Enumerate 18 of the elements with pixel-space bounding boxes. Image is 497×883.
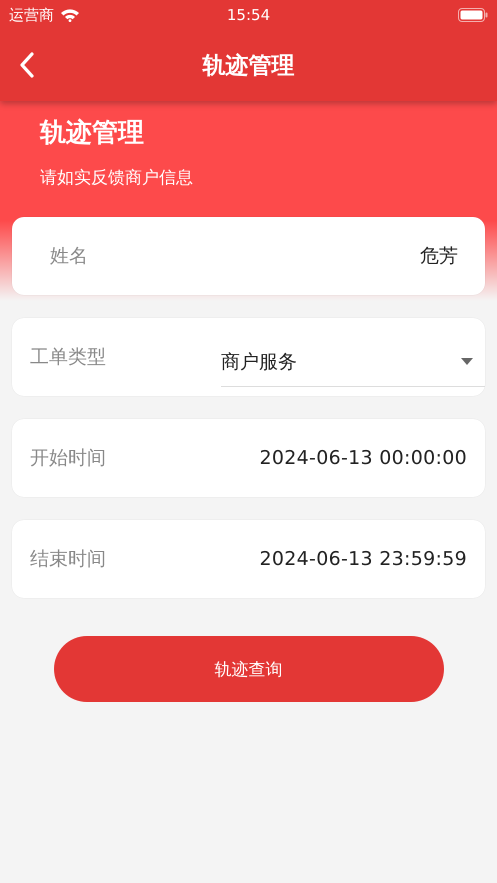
field-label: 姓名 [50, 244, 88, 269]
select-field[interactable]: 商户服务 [221, 343, 485, 387]
dropdown-icon [461, 358, 473, 365]
header-title: 轨迹管理 [40, 117, 145, 150]
wifi-icon [60, 8, 80, 22]
field-label: 结束时间 [30, 547, 106, 572]
nav-title: 轨迹管理 [202, 52, 294, 81]
field-label: 开始时间 [30, 446, 106, 471]
search-button[interactable]: 轨迹查询 [54, 636, 444, 702]
chevron-left-icon [20, 52, 34, 78]
battery-icon [458, 8, 488, 22]
datetime-field[interactable]: 2024-06-13 23:59:59 [260, 548, 467, 570]
datetime-field[interactable]: 2024-06-13 00:00:00 [260, 447, 467, 469]
field-label: 工单类型 [30, 345, 106, 370]
status-time: 15:54 [226, 6, 270, 24]
field-value[interactable]: 危芳 [420, 243, 458, 269]
header-subtitle: 请如实反馈商户信息 [40, 167, 194, 189]
carrier-name: 运营商 [9, 6, 54, 24]
